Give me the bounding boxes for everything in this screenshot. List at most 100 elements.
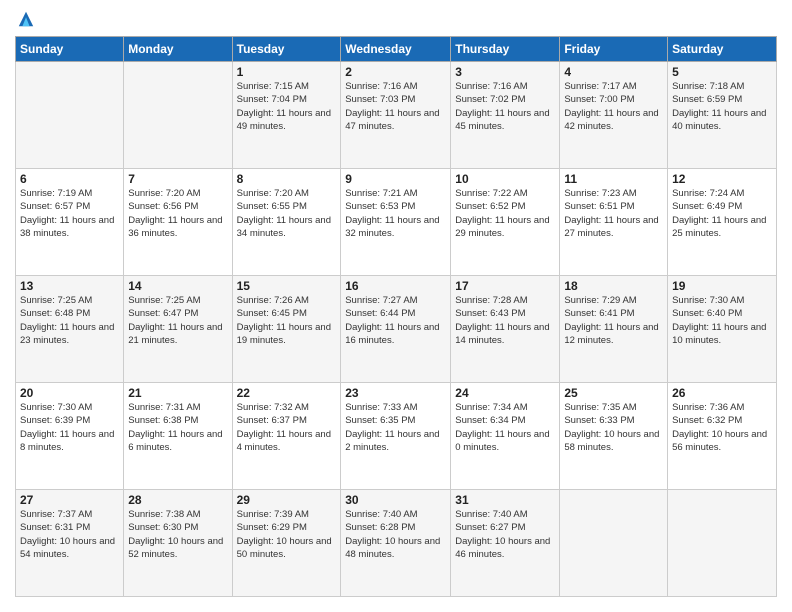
day-number: 26 (672, 386, 772, 400)
table-row: 25Sunrise: 7:35 AM Sunset: 6:33 PM Dayli… (560, 383, 668, 490)
day-detail: Sunrise: 7:35 AM Sunset: 6:33 PM Dayligh… (564, 401, 663, 454)
day-detail: Sunrise: 7:21 AM Sunset: 6:53 PM Dayligh… (345, 187, 446, 240)
day-detail: Sunrise: 7:20 AM Sunset: 6:55 PM Dayligh… (237, 187, 337, 240)
day-number: 18 (564, 279, 663, 293)
day-detail: Sunrise: 7:20 AM Sunset: 6:56 PM Dayligh… (128, 187, 227, 240)
table-row: 31Sunrise: 7:40 AM Sunset: 6:27 PM Dayli… (451, 490, 560, 597)
table-row: 7Sunrise: 7:20 AM Sunset: 6:56 PM Daylig… (124, 169, 232, 276)
day-detail: Sunrise: 7:40 AM Sunset: 6:27 PM Dayligh… (455, 508, 555, 561)
table-row: 24Sunrise: 7:34 AM Sunset: 6:34 PM Dayli… (451, 383, 560, 490)
page: Sunday Monday Tuesday Wednesday Thursday… (0, 0, 792, 612)
table-row: 27Sunrise: 7:37 AM Sunset: 6:31 PM Dayli… (16, 490, 124, 597)
col-monday: Monday (124, 37, 232, 62)
calendar-table: Sunday Monday Tuesday Wednesday Thursday… (15, 36, 777, 597)
col-tuesday: Tuesday (232, 37, 341, 62)
calendar-week-row: 27Sunrise: 7:37 AM Sunset: 6:31 PM Dayli… (16, 490, 777, 597)
table-row: 10Sunrise: 7:22 AM Sunset: 6:52 PM Dayli… (451, 169, 560, 276)
day-detail: Sunrise: 7:37 AM Sunset: 6:31 PM Dayligh… (20, 508, 119, 561)
table-row (560, 490, 668, 597)
table-row: 17Sunrise: 7:28 AM Sunset: 6:43 PM Dayli… (451, 276, 560, 383)
day-detail: Sunrise: 7:15 AM Sunset: 7:04 PM Dayligh… (237, 80, 337, 133)
table-row: 30Sunrise: 7:40 AM Sunset: 6:28 PM Dayli… (341, 490, 451, 597)
table-row: 28Sunrise: 7:38 AM Sunset: 6:30 PM Dayli… (124, 490, 232, 597)
table-row: 18Sunrise: 7:29 AM Sunset: 6:41 PM Dayli… (560, 276, 668, 383)
calendar-header-row: Sunday Monday Tuesday Wednesday Thursday… (16, 37, 777, 62)
day-number: 29 (237, 493, 337, 507)
table-row: 8Sunrise: 7:20 AM Sunset: 6:55 PM Daylig… (232, 169, 341, 276)
table-row: 6Sunrise: 7:19 AM Sunset: 6:57 PM Daylig… (16, 169, 124, 276)
day-detail: Sunrise: 7:19 AM Sunset: 6:57 PM Dayligh… (20, 187, 119, 240)
table-row: 9Sunrise: 7:21 AM Sunset: 6:53 PM Daylig… (341, 169, 451, 276)
table-row: 4Sunrise: 7:17 AM Sunset: 7:00 PM Daylig… (560, 62, 668, 169)
day-detail: Sunrise: 7:40 AM Sunset: 6:28 PM Dayligh… (345, 508, 446, 561)
day-number: 11 (564, 172, 663, 186)
day-number: 25 (564, 386, 663, 400)
day-detail: Sunrise: 7:17 AM Sunset: 7:00 PM Dayligh… (564, 80, 663, 133)
day-number: 20 (20, 386, 119, 400)
day-number: 16 (345, 279, 446, 293)
table-row: 23Sunrise: 7:33 AM Sunset: 6:35 PM Dayli… (341, 383, 451, 490)
day-number: 12 (672, 172, 772, 186)
day-number: 24 (455, 386, 555, 400)
day-number: 23 (345, 386, 446, 400)
table-row: 11Sunrise: 7:23 AM Sunset: 6:51 PM Dayli… (560, 169, 668, 276)
day-detail: Sunrise: 7:34 AM Sunset: 6:34 PM Dayligh… (455, 401, 555, 454)
day-number: 15 (237, 279, 337, 293)
day-detail: Sunrise: 7:30 AM Sunset: 6:39 PM Dayligh… (20, 401, 119, 454)
day-number: 3 (455, 65, 555, 79)
calendar-week-row: 13Sunrise: 7:25 AM Sunset: 6:48 PM Dayli… (16, 276, 777, 383)
col-wednesday: Wednesday (341, 37, 451, 62)
day-detail: Sunrise: 7:16 AM Sunset: 7:02 PM Dayligh… (455, 80, 555, 133)
day-detail: Sunrise: 7:26 AM Sunset: 6:45 PM Dayligh… (237, 294, 337, 347)
calendar-week-row: 6Sunrise: 7:19 AM Sunset: 6:57 PM Daylig… (16, 169, 777, 276)
table-row: 20Sunrise: 7:30 AM Sunset: 6:39 PM Dayli… (16, 383, 124, 490)
day-number: 19 (672, 279, 772, 293)
day-number: 5 (672, 65, 772, 79)
day-number: 2 (345, 65, 446, 79)
day-number: 7 (128, 172, 227, 186)
table-row: 16Sunrise: 7:27 AM Sunset: 6:44 PM Dayli… (341, 276, 451, 383)
calendar-week-row: 20Sunrise: 7:30 AM Sunset: 6:39 PM Dayli… (16, 383, 777, 490)
calendar-week-row: 1Sunrise: 7:15 AM Sunset: 7:04 PM Daylig… (16, 62, 777, 169)
day-number: 27 (20, 493, 119, 507)
day-detail: Sunrise: 7:29 AM Sunset: 6:41 PM Dayligh… (564, 294, 663, 347)
day-detail: Sunrise: 7:27 AM Sunset: 6:44 PM Dayligh… (345, 294, 446, 347)
day-detail: Sunrise: 7:24 AM Sunset: 6:49 PM Dayligh… (672, 187, 772, 240)
day-detail: Sunrise: 7:16 AM Sunset: 7:03 PM Dayligh… (345, 80, 446, 133)
table-row: 12Sunrise: 7:24 AM Sunset: 6:49 PM Dayli… (668, 169, 777, 276)
day-detail: Sunrise: 7:30 AM Sunset: 6:40 PM Dayligh… (672, 294, 772, 347)
table-row (124, 62, 232, 169)
day-number: 4 (564, 65, 663, 79)
table-row (668, 490, 777, 597)
day-detail: Sunrise: 7:36 AM Sunset: 6:32 PM Dayligh… (672, 401, 772, 454)
day-number: 14 (128, 279, 227, 293)
table-row: 21Sunrise: 7:31 AM Sunset: 6:38 PM Dayli… (124, 383, 232, 490)
logo-icon (17, 10, 35, 28)
col-friday: Friday (560, 37, 668, 62)
table-row: 19Sunrise: 7:30 AM Sunset: 6:40 PM Dayli… (668, 276, 777, 383)
day-number: 31 (455, 493, 555, 507)
day-detail: Sunrise: 7:28 AM Sunset: 6:43 PM Dayligh… (455, 294, 555, 347)
table-row: 26Sunrise: 7:36 AM Sunset: 6:32 PM Dayli… (668, 383, 777, 490)
col-thursday: Thursday (451, 37, 560, 62)
table-row: 22Sunrise: 7:32 AM Sunset: 6:37 PM Dayli… (232, 383, 341, 490)
table-row: 14Sunrise: 7:25 AM Sunset: 6:47 PM Dayli… (124, 276, 232, 383)
day-number: 13 (20, 279, 119, 293)
day-detail: Sunrise: 7:39 AM Sunset: 6:29 PM Dayligh… (237, 508, 337, 561)
day-detail: Sunrise: 7:23 AM Sunset: 6:51 PM Dayligh… (564, 187, 663, 240)
table-row: 13Sunrise: 7:25 AM Sunset: 6:48 PM Dayli… (16, 276, 124, 383)
col-sunday: Sunday (16, 37, 124, 62)
day-detail: Sunrise: 7:38 AM Sunset: 6:30 PM Dayligh… (128, 508, 227, 561)
day-number: 1 (237, 65, 337, 79)
table-row: 1Sunrise: 7:15 AM Sunset: 7:04 PM Daylig… (232, 62, 341, 169)
day-detail: Sunrise: 7:31 AM Sunset: 6:38 PM Dayligh… (128, 401, 227, 454)
header (15, 10, 777, 28)
day-number: 21 (128, 386, 227, 400)
table-row: 15Sunrise: 7:26 AM Sunset: 6:45 PM Dayli… (232, 276, 341, 383)
day-detail: Sunrise: 7:25 AM Sunset: 6:48 PM Dayligh… (20, 294, 119, 347)
day-number: 6 (20, 172, 119, 186)
table-row (16, 62, 124, 169)
day-number: 28 (128, 493, 227, 507)
day-number: 22 (237, 386, 337, 400)
day-number: 30 (345, 493, 446, 507)
